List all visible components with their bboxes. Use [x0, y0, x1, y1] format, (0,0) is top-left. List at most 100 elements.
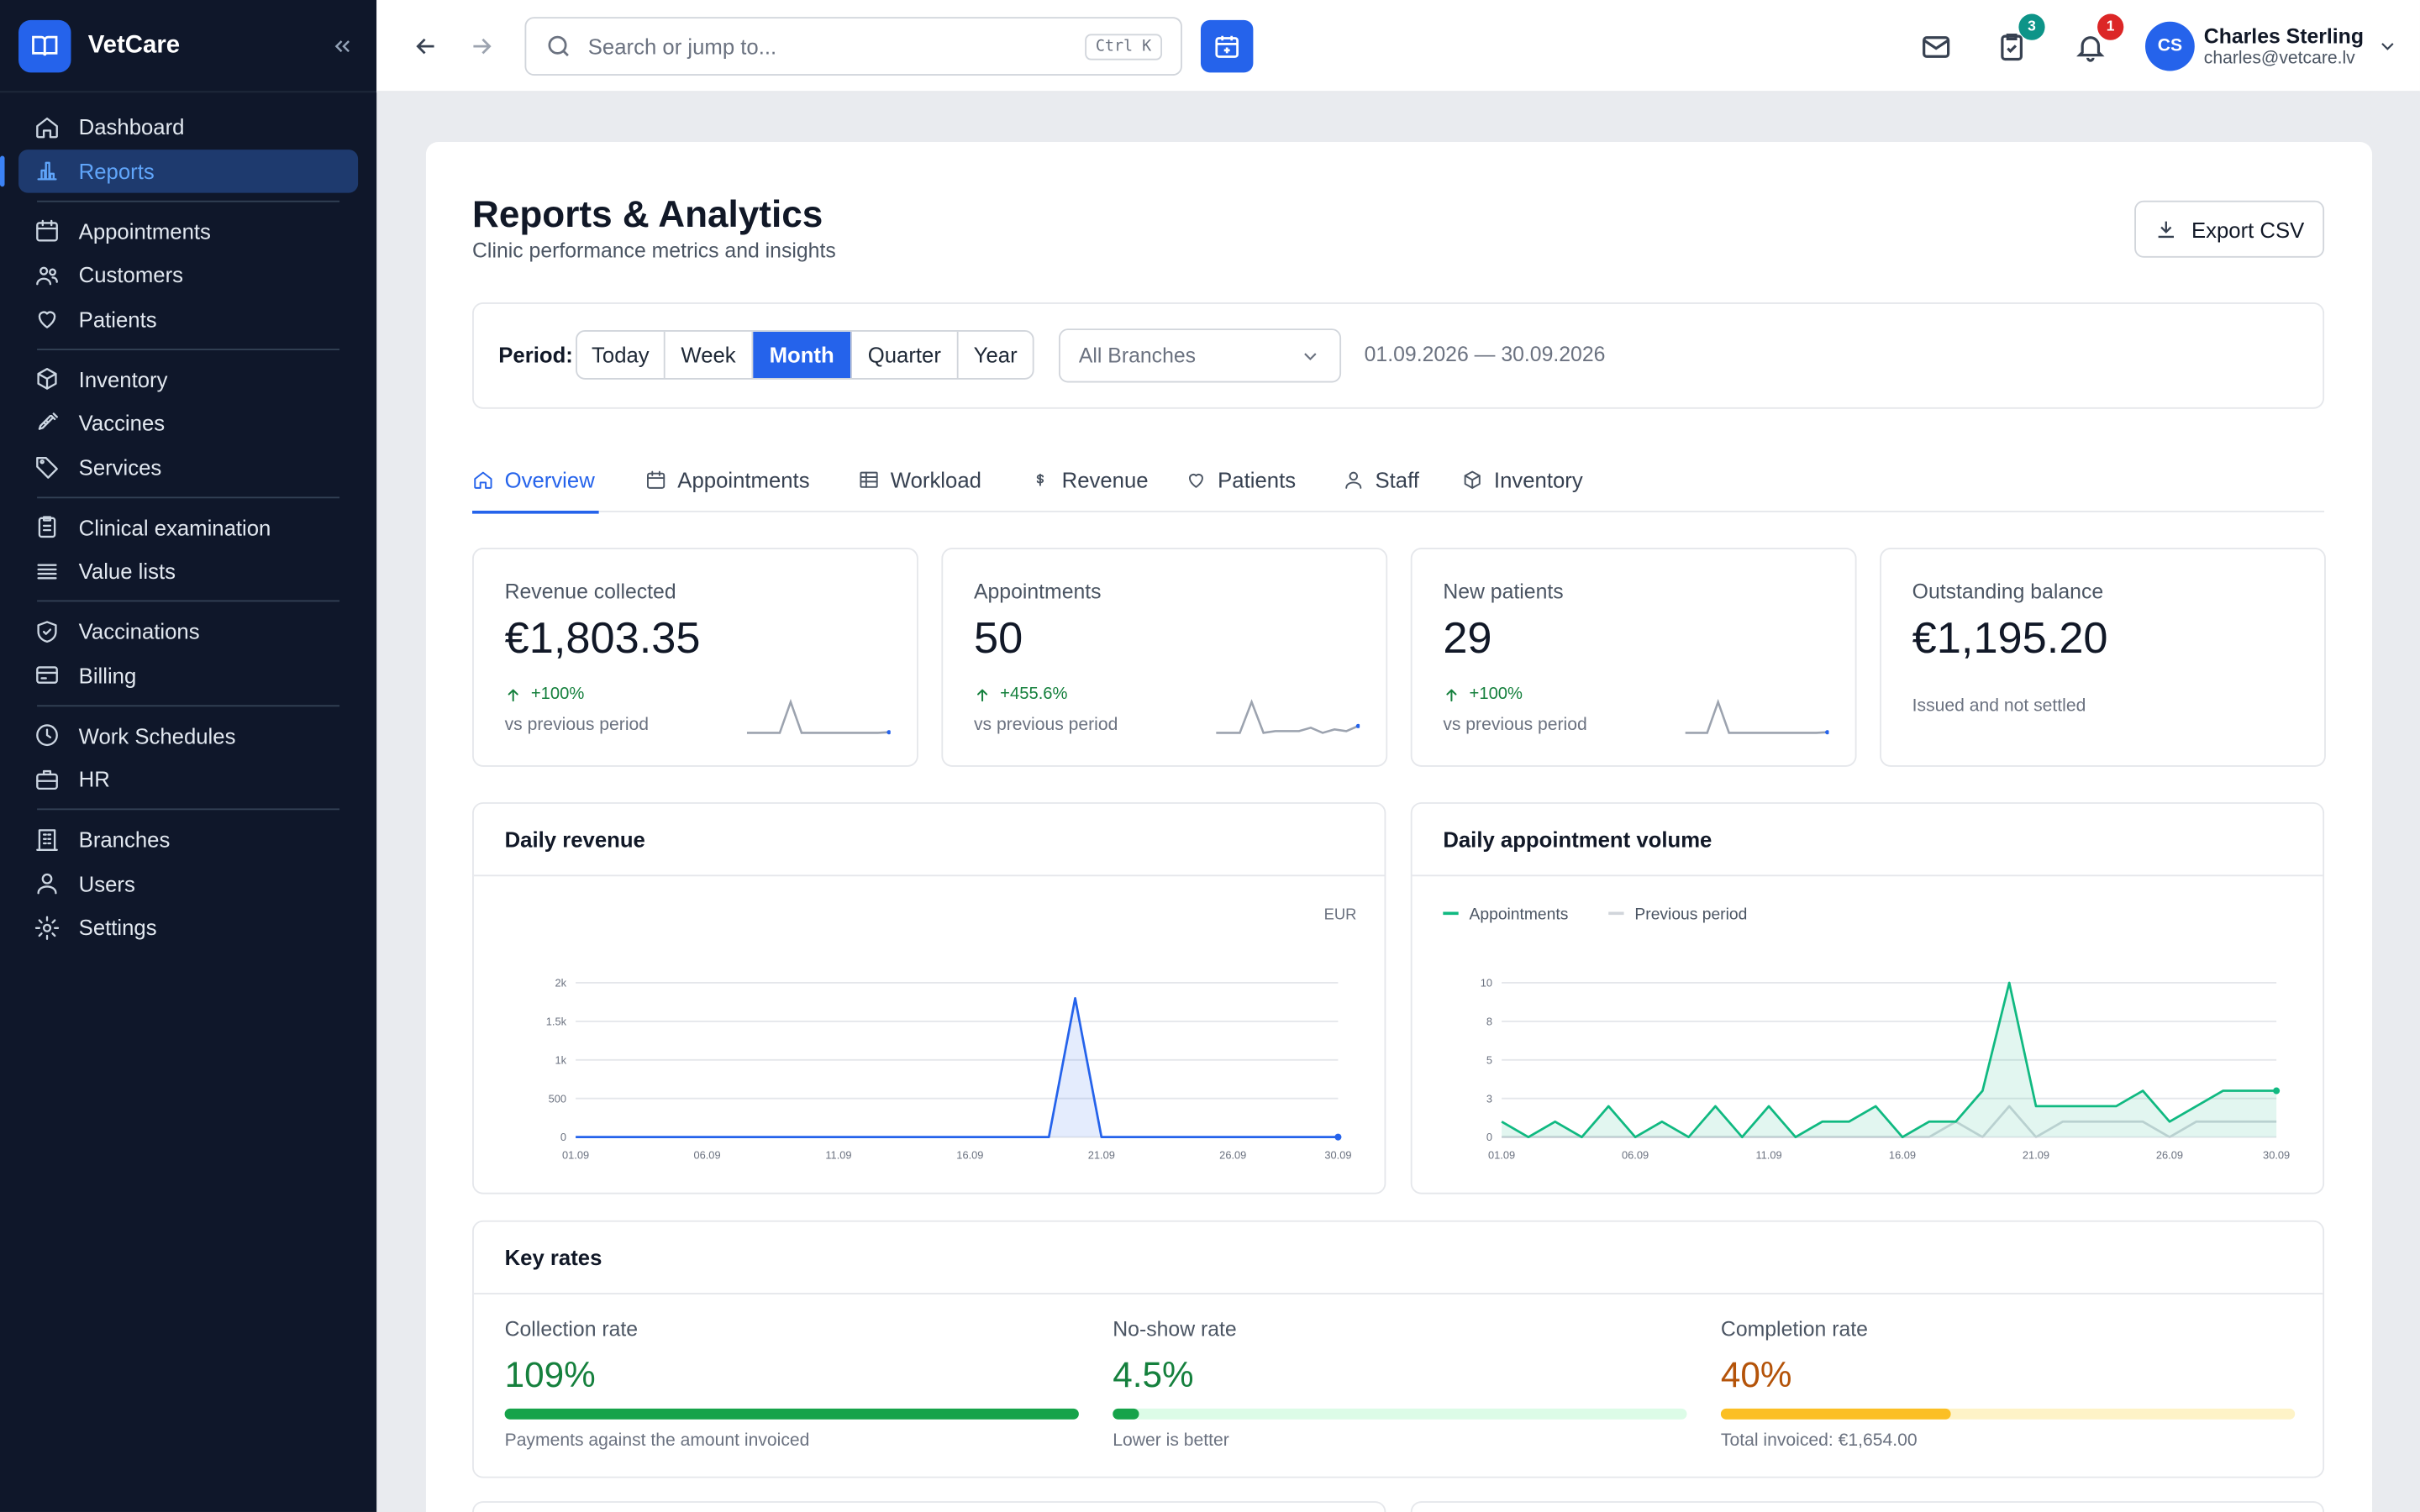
tab-revenue[interactable]: Revenue: [1029, 448, 1149, 512]
sidebar-item-label: Dashboard: [78, 113, 185, 139]
tasks-icon[interactable]: 3: [1992, 13, 2045, 65]
tab-workload[interactable]: Workload: [858, 448, 981, 512]
tab-overview[interactable]: Overview: [472, 448, 600, 514]
x-tick-label: 11.09: [1755, 1148, 1781, 1161]
tab-patients[interactable]: Patients: [1186, 448, 1296, 512]
stat-value: 50: [973, 614, 1023, 664]
tab-label: Revenue: [1061, 467, 1149, 492]
x-tick-label: 06.09: [693, 1148, 720, 1161]
sparkline-line: [1216, 699, 1359, 734]
page-title: Reports & Analytics: [472, 194, 823, 237]
series-end-point: [1334, 1133, 1342, 1141]
sparkline-line: [1685, 698, 1828, 734]
daily-appointment-volume-panel: Daily appointment volume 0 3 5 8 10 01.09 06.0…: [1410, 802, 2325, 1194]
period-selector: Today Week Month Quarter Year: [576, 330, 1034, 380]
rate-no-show-rate: No-show rate 4.5% Lower is better: [1113, 1318, 1687, 1450]
x-tick-label: 30.09: [2263, 1148, 2290, 1161]
sidebar-item-appointments[interactable]: Appointments: [18, 209, 358, 252]
period-week-button[interactable]: Week: [666, 331, 754, 378]
period-today-button[interactable]: Today: [577, 331, 666, 378]
clipboard-icon: [38, 516, 56, 538]
period-month-button[interactable]: Month: [753, 331, 852, 378]
mail-icon[interactable]: [1917, 28, 1954, 65]
rate-progress-fill: [504, 1408, 1079, 1420]
chart-unit-label: EUR: [1324, 906, 1357, 923]
forward-arrow-icon[interactable]: [463, 28, 500, 65]
x-tick-label: 26.09: [2156, 1148, 2183, 1161]
sidebar-item-vaccinations[interactable]: Vaccinations: [18, 609, 358, 652]
shield-check-icon: [37, 620, 57, 643]
stat-note: vs previous period: [504, 716, 650, 735]
search-icon: [548, 35, 569, 57]
sidebar-item-patients[interactable]: Patients: [18, 297, 358, 340]
next-panel-left: [472, 1501, 1386, 1512]
user-menu[interactable]: CS Charles Sterling charles@vetcare.lv: [2145, 21, 2397, 71]
heart-icon: [1188, 473, 1203, 488]
sidebar-item-inventory[interactable]: Inventory: [18, 357, 358, 400]
stat-delta: +455.6%: [974, 685, 1068, 704]
tab-appointments[interactable]: Appointments: [645, 448, 810, 512]
sidebar-item-label: Value lists: [78, 558, 176, 584]
export-csv-button[interactable]: Export CSV: [2134, 200, 2325, 258]
notifications-badge: 1: [2097, 13, 2124, 40]
sidebar-item-vaccines[interactable]: Vaccines: [18, 402, 358, 444]
avatar: CS: [2145, 21, 2195, 71]
sparkline-end-point: [886, 730, 891, 735]
reports-card: Reports & Analytics Clinic performance m…: [425, 141, 2373, 1512]
y-tick-label: 8: [1486, 1015, 1492, 1027]
search-input[interactable]: Search or jump to... Ctrl K: [524, 17, 1182, 76]
sidebar-item-work-schedules[interactable]: Work Schedules: [18, 713, 358, 756]
rate-value: 109%: [504, 1354, 596, 1395]
chevron-down-icon: [1304, 352, 1317, 360]
sidebar-item-settings[interactable]: Settings: [18, 906, 358, 948]
sidebar-item-hr[interactable]: HR: [18, 758, 358, 801]
series-line: [576, 996, 1339, 1139]
book-icon[interactable]: [18, 18, 71, 72]
stat-card-new-patients: New patients 29 +100% vs previous period: [1410, 548, 1857, 767]
back-arrow-icon[interactable]: [408, 28, 445, 65]
sidebar-item-billing[interactable]: Billing: [18, 654, 358, 696]
x-tick-label: 06.09: [1622, 1148, 1649, 1161]
sidebar-item-label: Branches: [78, 827, 171, 852]
bell-icon[interactable]: 1: [2071, 13, 2124, 65]
x-tick-label: 16.09: [956, 1148, 983, 1161]
sidebar-item-reports[interactable]: Reports: [0, 149, 359, 192]
report-tabs: Overview Appointments Workload Revenue Patie…: [472, 448, 2325, 514]
sidebar-divider: [37, 600, 340, 602]
sidebar-divider: [37, 199, 340, 202]
sidebar: VetCare Dashboard Reports Appointments Cust…: [0, 0, 377, 1512]
sparkline: [1685, 698, 1829, 735]
sidebar-item-customers[interactable]: Customers: [18, 253, 358, 296]
x-tick-label: 26.09: [1219, 1148, 1246, 1161]
rate-note: Lower is better: [1113, 1431, 1229, 1451]
sidebar-item-value-lists[interactable]: Value lists: [18, 549, 358, 592]
daily-revenue-panel: Daily revenue 0 500 1k 1.5k 2k 01.09 06.09 11.0…: [472, 802, 1386, 1194]
sparkline: [746, 698, 891, 735]
rate-value: 4.5%: [1113, 1354, 1194, 1395]
branch-select[interactable]: All Branches: [1058, 328, 1342, 383]
sidebar-item-clinical-examination[interactable]: Clinical examination: [18, 506, 358, 549]
rate-progress-bar: [1113, 1408, 1687, 1420]
search-placeholder: Search or jump to...: [587, 34, 777, 59]
sidebar-item-label: Vaccinations: [78, 618, 200, 643]
table-icon: [860, 471, 878, 488]
tab-label: Patients: [1218, 467, 1297, 492]
rate-collection-rate: Collection rate 109% Payments against the …: [504, 1318, 1079, 1450]
rate-progress-fill: [1720, 1408, 1951, 1420]
stat-value: 29: [1443, 614, 1492, 664]
tab-staff[interactable]: Staff: [1343, 448, 1419, 512]
sidebar-item-dashboard[interactable]: Dashboard: [18, 105, 358, 148]
arrow-up-icon: [1446, 688, 1457, 701]
tab-inventory[interactable]: Inventory: [1461, 448, 1583, 512]
sidebar-item-services[interactable]: Services: [18, 445, 358, 488]
stat-delta: +100%: [1443, 685, 1523, 704]
topbar: Search or jump to... Ctrl K 3 1 CS Charl…: [376, 0, 2420, 93]
period-quarter-button[interactable]: Quarter: [852, 331, 959, 378]
sidebar-item-branches[interactable]: Branches: [18, 817, 358, 860]
period-year-button[interactable]: Year: [959, 332, 1033, 378]
collapse-sidebar-icon[interactable]: [327, 30, 358, 61]
calendar-add-button[interactable]: [1200, 19, 1254, 73]
sidebar-item-users[interactable]: Users: [18, 862, 358, 905]
chevron-down-icon: [2381, 43, 2393, 50]
search-shortcut: Ctrl K: [1084, 33, 1163, 60]
